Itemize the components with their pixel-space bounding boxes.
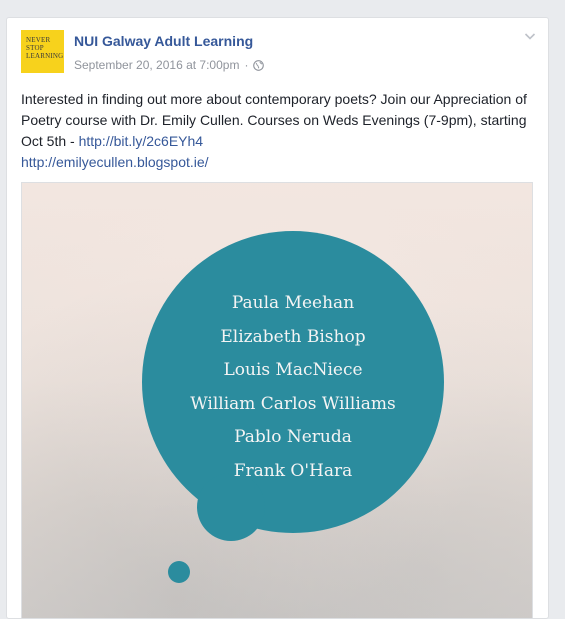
post-timestamp[interactable]: September 20, 2016 at 7:00pm: [74, 58, 239, 72]
post-text: Interested in finding out more about con…: [21, 89, 541, 173]
poet-name: Pablo Neruda: [234, 427, 352, 448]
post-image[interactable]: Paula Meehan Elizabeth Bishop Louis MacN…: [21, 182, 533, 618]
poet-name: Elizabeth Bishop: [220, 326, 366, 347]
poet-name: Frank O'Hara: [233, 460, 353, 481]
poet-name: Louis MacNiece: [223, 360, 363, 381]
thought-bubble-tail-tiny: [168, 561, 190, 583]
logo-line-3: LEARNING: [26, 52, 64, 60]
post-link-bitly[interactable]: http://bit.ly/2c6EYh4: [79, 133, 204, 149]
poet-list: Paula Meehan Elizabeth Bishop Louis MacN…: [142, 287, 444, 489]
poet-name: Paula Meehan: [231, 293, 355, 313]
logo-line-2: STOP: [26, 44, 44, 52]
poet-name: William Carlos Williams: [190, 393, 396, 414]
post-link-blog[interactable]: http://emilyecullen.blogspot.ie/: [21, 154, 209, 170]
page-avatar[interactable]: NEVER STOP LEARNING: [21, 30, 64, 73]
post-meta: September 20, 2016 at 7:00pm ·: [74, 58, 265, 72]
post-card: NEVER STOP LEARNING NUI Galway Adult Lea…: [6, 17, 549, 619]
meta-separator: ·: [244, 58, 249, 72]
page-name-link[interactable]: NUI Galway Adult Learning: [74, 33, 253, 49]
chevron-down-icon[interactable]: [522, 28, 538, 44]
logo-line-1: NEVER: [26, 36, 51, 44]
globe-icon[interactable]: [253, 59, 265, 71]
